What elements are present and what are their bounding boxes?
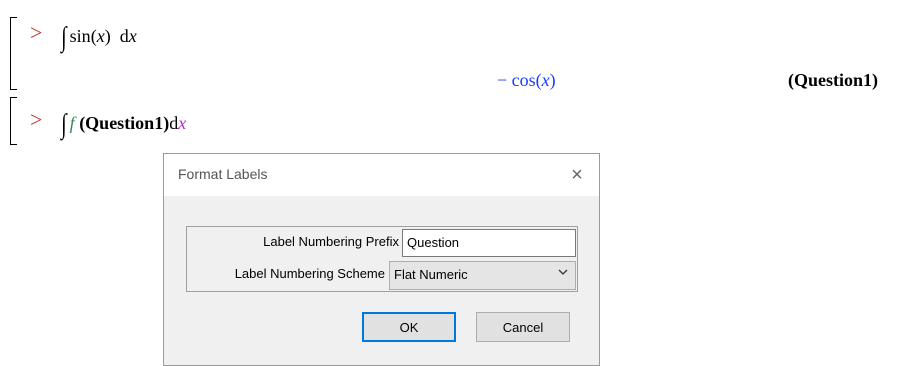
scheme-row: Label Numbering Scheme Flat Numeric (187, 259, 577, 290)
dialog-titlebar[interactable]: Format Labels × (164, 154, 599, 196)
dialog-title: Format Labels (178, 166, 268, 182)
label-settings-group: Label Numbering Prefix Question Label Nu… (186, 226, 578, 292)
scheme-selected-value: Flat Numeric (394, 267, 468, 282)
func-f: f (69, 113, 75, 133)
differential-d-2: d (169, 113, 179, 133)
output-expression-1: − cos(x) (497, 70, 556, 90)
output-minus: − (497, 70, 508, 90)
input-prompt-1: > (30, 20, 43, 45)
output-func-cos: cos (511, 70, 536, 90)
scheme-select[interactable]: Flat Numeric (389, 261, 576, 290)
execution-group-bracket-2[interactable] (10, 97, 17, 145)
prefix-row: Label Numbering Prefix Question (187, 227, 577, 257)
diff-var-x-2: x (178, 113, 187, 133)
prefix-input[interactable]: Question (402, 229, 576, 257)
integral-sign-2: ∫ (61, 109, 67, 140)
prefix-label: Label Numbering Prefix (263, 234, 399, 249)
format-labels-dialog: Format Labels × Label Numbering Prefix Q… (163, 153, 600, 366)
integral-sign: ∫ (61, 22, 67, 53)
execution-group-bracket-1[interactable] (10, 17, 17, 90)
equation-label: (Question1) (788, 70, 878, 90)
input-prompt-2: > (30, 107, 43, 132)
differential-d: d (119, 26, 129, 46)
ok-button[interactable]: OK (362, 312, 456, 342)
output-var-x: x (541, 70, 550, 90)
chevron-down-icon (557, 266, 569, 281)
input-expression-1[interactable]: ∫ sin(x) dx (60, 22, 137, 54)
input-expression-2[interactable]: ∫ f (Question1)dx (60, 109, 186, 141)
cancel-button[interactable]: Cancel (476, 312, 570, 342)
var-x: x (96, 26, 105, 46)
label-reference: (Question1) (79, 113, 170, 133)
scheme-label: Label Numbering Scheme (234, 266, 385, 281)
close-icon[interactable]: × (555, 154, 599, 196)
func-sin: sin (69, 26, 91, 46)
diff-var-x: x (128, 26, 137, 46)
